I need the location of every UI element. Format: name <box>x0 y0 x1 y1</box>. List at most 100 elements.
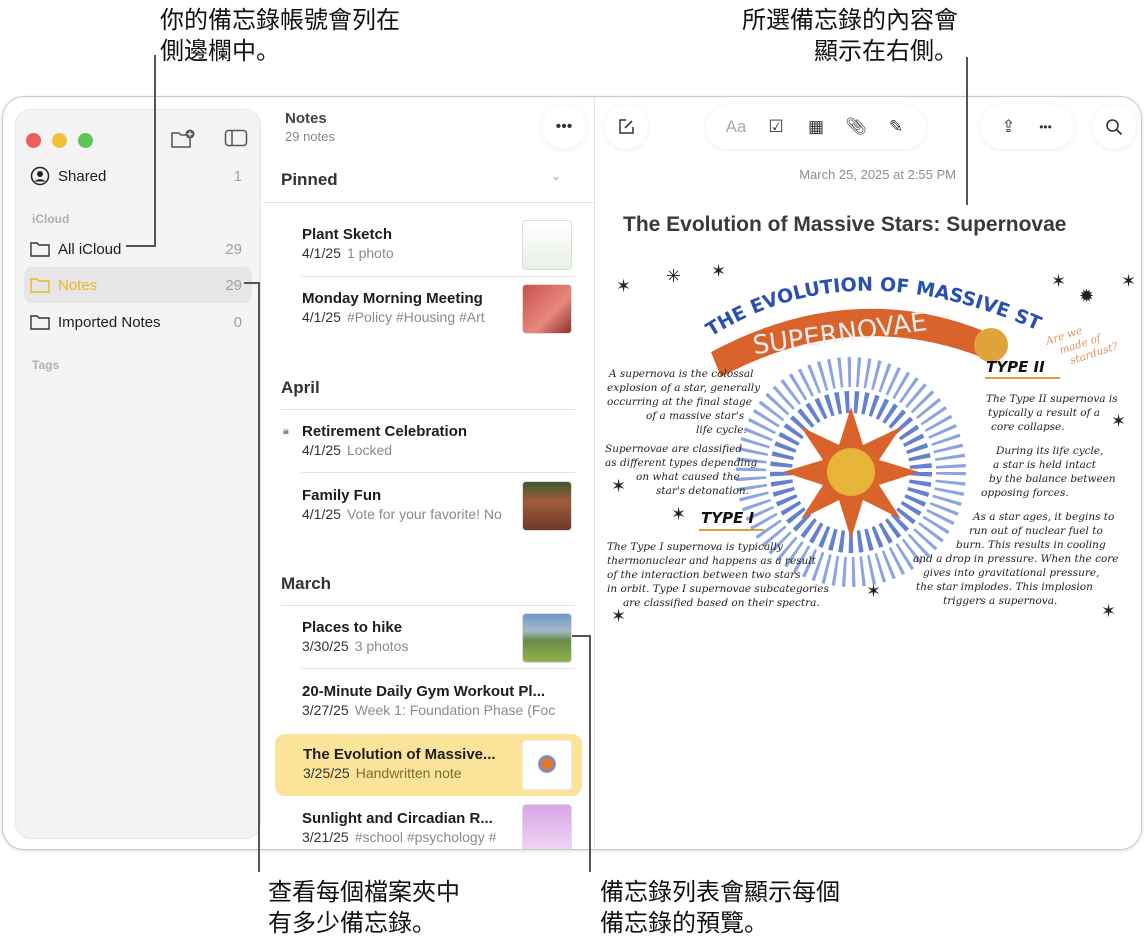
callout-line: 側邊欄中。 <box>160 37 280 65</box>
divider <box>281 605 575 606</box>
note-title: Sunlight and Circadian R... <box>302 810 493 827</box>
list-item[interactable]: Places to hike 3/30/25 3 photos <box>275 607 582 669</box>
checklist-icon[interactable]: ☑︎ <box>763 117 789 137</box>
divider <box>263 202 595 203</box>
svg-text:star's detonation.: star's detonation. <box>656 485 749 497</box>
divider <box>301 276 575 277</box>
handwritten-drawing[interactable]: THE EVOLUTION OF MASSIVE STARS: SUPERNOV… <box>601 257 1141 632</box>
note-preview: #school #psychology # <box>354 829 497 845</box>
svg-text:✶: ✶ <box>616 276 631 296</box>
zoom-button[interactable] <box>78 133 93 148</box>
close-button[interactable] <box>26 133 41 148</box>
callout-line: 備忘錄列表會顯示每個 <box>600 878 840 906</box>
format-button[interactable]: Aa <box>723 117 749 137</box>
minimize-button[interactable] <box>52 133 67 148</box>
section-april: April <box>281 378 320 397</box>
svg-text:as different types depending: as different types depending <box>605 457 758 469</box>
sidebar: Shared 1 iCloud All iCloud 29 Notes 29 Impo… <box>15 109 261 839</box>
list-item-selected[interactable]: The Evolution of Massive... 3/25/25 Handwr… <box>275 734 582 796</box>
note-preview: 3 photos <box>354 638 409 654</box>
share-icon[interactable]: ⇪ <box>996 117 1022 137</box>
new-folder-icon[interactable] <box>170 128 196 150</box>
sidebar-item-label: Shared <box>58 167 107 185</box>
paragraph-2: Supernovae are classified as different ty… <box>605 443 758 497</box>
list-item[interactable]: Plant Sketch 4/1/25 1 photo <box>275 214 582 276</box>
paragraph-5: During its life cycle, a star is held int… <box>981 445 1116 499</box>
note-count: 0 <box>233 313 242 331</box>
list-item[interactable]: 🔒︎ Retirement Celebration 4/1/25 Locked <box>275 411 582 473</box>
note-date: 4/1/25 <box>302 442 341 458</box>
paragraph-1: A supernova is the colossal explosion of … <box>607 368 761 436</box>
svg-text:✶: ✶ <box>1111 411 1126 431</box>
action-toolbar: ⇪ ••• <box>980 105 1074 149</box>
note-title: Retirement Celebration <box>302 423 468 440</box>
callout-line: 顯示在右側。 <box>814 37 958 65</box>
callout-sidebar: 你的備忘錄帳號會列在 側邊欄中。 <box>160 5 400 67</box>
svg-text:life cycle.: life cycle. <box>696 424 747 436</box>
section-march: March <box>281 574 332 593</box>
leader-line <box>589 635 591 872</box>
svg-text:Supernovae are classified: Supernovae are classified <box>605 443 742 455</box>
thumbnail <box>522 481 572 531</box>
svg-text:on what caused the: on what caused the <box>636 471 740 483</box>
svg-text:triggers a supernova.: triggers a supernova. <box>943 595 1057 607</box>
svg-text:✶: ✶ <box>671 504 686 524</box>
paragraph-6: As a star ages, it begins to run out of n… <box>913 511 1119 607</box>
leader-line <box>154 55 156 247</box>
note-title: Monday Morning Meeting <box>302 290 483 307</box>
more-icon[interactable]: ••• <box>1033 120 1059 134</box>
lock-icon: 🔒︎ <box>283 425 289 437</box>
compose-icon[interactable] <box>604 105 648 149</box>
svg-text:✶: ✶ <box>1101 601 1116 621</box>
note-date: March 25, 2025 at 2:55 PM <box>799 167 956 182</box>
markup-icon[interactable]: ✎ <box>883 117 909 137</box>
note-title: Plant Sketch <box>302 226 393 243</box>
note-date: 4/1/25 <box>302 245 341 261</box>
note-list: Notes 29 notes ••• Pinned ⌄ Plant Sketch… <box>263 97 595 849</box>
svg-text:The Type I supernova is typica: The Type I supernova is typically <box>607 541 784 553</box>
note-count: 29 <box>225 240 242 258</box>
note-preview: Handwritten note <box>355 765 462 781</box>
attachment-icon[interactable]: 📎︎ <box>843 117 869 137</box>
sidebar-item-label: All iCloud <box>58 240 122 258</box>
list-item[interactable]: Sunlight and Circadian R... 3/21/25 #schoo… <box>275 798 582 849</box>
section-pinned[interactable]: Pinned <box>281 170 338 190</box>
section-tags: Tags <box>32 358 60 372</box>
sidebar-toggle-icon[interactable] <box>224 128 250 150</box>
svg-text:opposing forces.: opposing forces. <box>981 487 1069 499</box>
type2-heading: TYPE II <box>986 358 1045 376</box>
thumbnail <box>522 740 572 790</box>
thumbnail <box>522 804 572 849</box>
svg-text:run out of nuclear fuel to: run out of nuclear fuel to <box>969 525 1103 537</box>
list-count: 29 notes <box>285 129 335 144</box>
search-icon[interactable] <box>1092 105 1136 149</box>
sidebar-item-shared[interactable]: Shared 1 <box>24 158 252 194</box>
svg-text:the star implodes. This implos: the star implodes. This implosion <box>916 581 1093 593</box>
note-preview: 1 photo <box>346 245 394 261</box>
svg-text:and a drop in pressure. When t: and a drop in pressure. When the core <box>913 553 1119 565</box>
paragraph-4: The Type II supernova is typically a resu… <box>986 393 1118 433</box>
svg-text:burn. This results in cooling: burn. This results in cooling <box>956 539 1106 551</box>
note-date: 4/1/25 <box>302 309 341 325</box>
callout-line: 備忘錄的預覽。 <box>600 909 768 937</box>
thumbnail <box>522 284 572 334</box>
folder-icon <box>30 278 50 293</box>
list-item[interactable]: Monday Morning Meeting 4/1/25 #Policy #Hou… <box>275 278 582 340</box>
svg-text:gives into gravitational press: gives into gravitational pressure, <box>923 567 1099 579</box>
svg-text:The Type II supernova is: The Type II supernova is <box>986 393 1118 405</box>
chevron-down-icon[interactable]: ⌄ <box>551 169 561 183</box>
list-item[interactable]: 20-Minute Daily Gym Workout Pl... 3/27/25… <box>275 671 582 733</box>
list-item[interactable]: Family Fun 4/1/25 Vote for your favorite! … <box>275 475 582 537</box>
note-count: 1 <box>233 167 242 185</box>
sidebar-item-imported-notes[interactable]: Imported Notes 0 <box>24 304 252 340</box>
sidebar-item-label: Imported Notes <box>58 313 161 331</box>
thumbnail <box>522 613 572 663</box>
more-button[interactable]: ••• <box>542 105 586 149</box>
svg-text:✳: ✳ <box>666 266 681 286</box>
sidebar-item-all-icloud[interactable]: All iCloud 29 <box>24 231 252 267</box>
thumbnail <box>522 220 572 270</box>
note-date: 4/1/25 <box>302 506 341 522</box>
note-title: The Evolution of Massive... <box>303 746 496 763</box>
sidebar-item-notes[interactable]: Notes 29 <box>24 267 252 303</box>
table-icon[interactable]: ▦ <box>803 117 829 137</box>
